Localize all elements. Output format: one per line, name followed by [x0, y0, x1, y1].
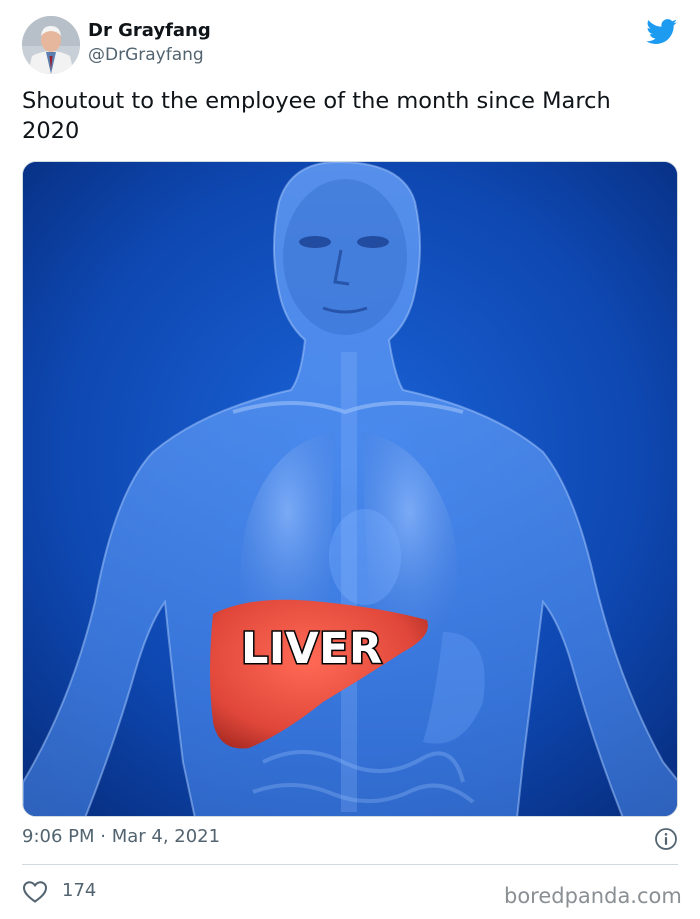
- tweet-text: Shoutout to the employee of the month si…: [22, 88, 611, 144]
- author-handle[interactable]: @DrGrayfang: [88, 45, 204, 65]
- author-name[interactable]: Dr Grayfang: [88, 20, 211, 41]
- divider: [22, 864, 678, 865]
- heart-icon[interactable]: [22, 880, 48, 904]
- tweet-image[interactable]: LIVER: [22, 161, 678, 817]
- watermark: boredpanda.com: [504, 884, 682, 908]
- like-count: 174: [62, 880, 97, 901]
- liver-label: LIVER: [240, 623, 384, 676]
- avatar-image: [22, 16, 80, 74]
- twitter-bird-icon[interactable]: [646, 19, 678, 45]
- tweet-card: Dr Grayfang @DrGrayfang Shoutout to the …: [0, 0, 700, 919]
- anatomy-illustration: [23, 162, 677, 816]
- tweet-timestamp[interactable]: 9:06 PM · Mar 4, 2021: [22, 826, 220, 847]
- info-icon[interactable]: [654, 827, 678, 851]
- avatar[interactable]: [22, 16, 80, 74]
